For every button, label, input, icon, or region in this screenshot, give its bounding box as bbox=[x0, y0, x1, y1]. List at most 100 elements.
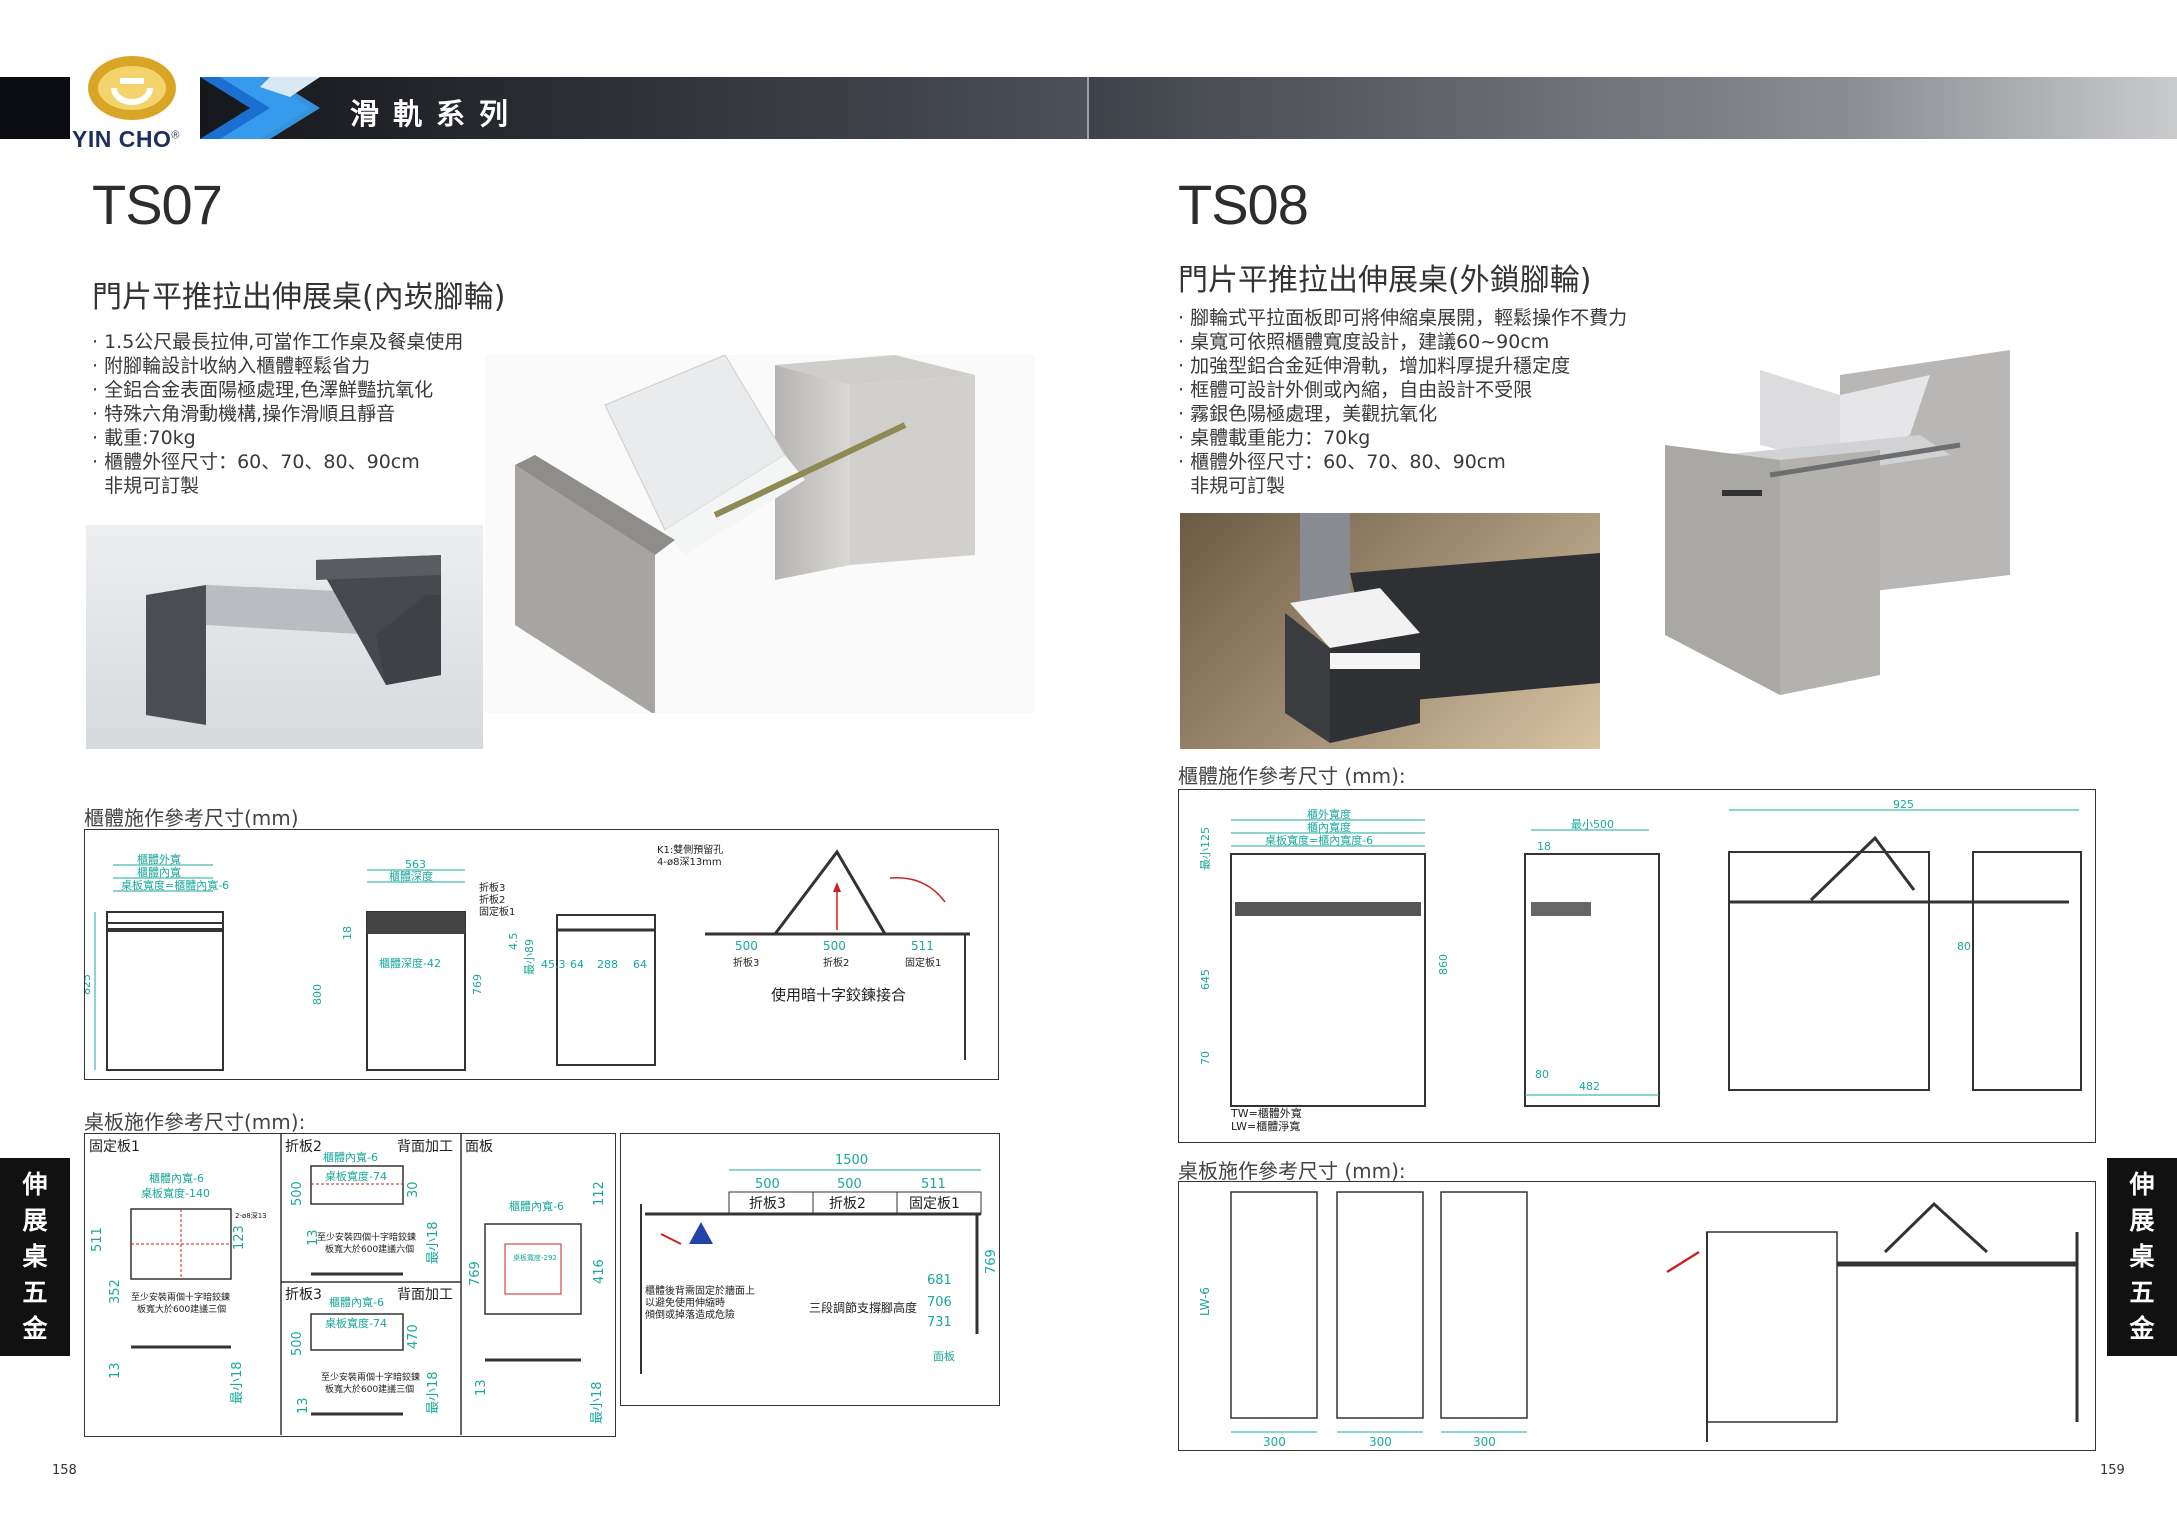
header-bar bbox=[200, 77, 1088, 139]
ts08-board-label: 桌板施作參考尺寸 (mm): bbox=[1178, 1159, 1406, 1183]
c1-drill: 2-ø8深13 bbox=[235, 1211, 267, 1220]
ts08-cabinet-diagram: 櫃外寬度 櫃內寬度 桌板寬度=櫃內寬度-6 最小125 645 70 860 最… bbox=[1178, 789, 2096, 1143]
dim-min89: 最小89 bbox=[523, 939, 536, 975]
c3-title: 折板3 bbox=[285, 1287, 322, 1303]
dim-18: 18 bbox=[341, 926, 354, 940]
c1-352: 352 bbox=[108, 1279, 123, 1304]
panel-label-1: 固定板1 bbox=[905, 956, 941, 969]
warn-2: 以避免使用伸縮時 bbox=[645, 1296, 725, 1309]
ts07-product-photo-1 bbox=[86, 525, 483, 749]
ts08-70: 70 bbox=[1199, 1051, 1212, 1065]
dim-288: 288 bbox=[597, 958, 618, 971]
cab-depth-minus: 櫃體深度-42 bbox=[379, 956, 441, 970]
tp3: 折板3 bbox=[749, 1196, 786, 1212]
list-item: · 載重:70kg bbox=[92, 427, 196, 449]
c4-title: 面板 bbox=[465, 1139, 493, 1155]
cab-board-width: 桌板寬度=櫃體內寬-6 bbox=[121, 878, 229, 892]
panel-note: 面板 bbox=[933, 1349, 955, 1363]
panel-label-2: 折板2 bbox=[823, 956, 849, 969]
c1-inner: 櫃體內寬-6 bbox=[149, 1171, 204, 1185]
h681: 681 bbox=[927, 1273, 952, 1288]
c2-back: 背面加工 bbox=[397, 1139, 453, 1155]
support-note: 三段調節支撐腳高度 bbox=[809, 1300, 917, 1315]
c2-inner: 櫃體內寬-6 bbox=[323, 1150, 378, 1164]
k1-note: K1:雙側預留孔 bbox=[657, 843, 723, 856]
header-bar-right bbox=[1089, 77, 2177, 139]
ts08-room-photo bbox=[1180, 513, 1600, 749]
h769: 769 bbox=[984, 1249, 998, 1274]
series-title: 滑軌系列 bbox=[350, 97, 523, 131]
dim-64a: 64 bbox=[570, 958, 584, 971]
c1-note-1: 至少安裝兩個十字暗鉸鍊 bbox=[131, 1291, 230, 1303]
c2-30: 30 bbox=[406, 1181, 421, 1198]
c1-511: 511 bbox=[90, 1227, 105, 1252]
c4-13: 13 bbox=[474, 1379, 489, 1396]
brand-name: YIN CHO® bbox=[72, 126, 180, 152]
c4-769: 769 bbox=[468, 1261, 483, 1286]
ts08-w3: 300 bbox=[1473, 1435, 1496, 1449]
ts08-80b: 80 bbox=[1957, 940, 1971, 953]
ts08-board-diagram: LW-6 300 300 300 bbox=[1178, 1181, 2096, 1451]
fold-label-2: 折板2 bbox=[479, 893, 505, 906]
list-item: 非規可訂製 bbox=[1178, 475, 1286, 497]
ts08-18: 18 bbox=[1537, 840, 1551, 853]
c4-board: 桌板寬度-292 bbox=[513, 1253, 557, 1262]
ts08-model: TS08 bbox=[1178, 173, 1309, 236]
dim-825: 825 bbox=[85, 974, 93, 995]
cab-outer-width: 櫃體外寬 bbox=[137, 852, 181, 866]
c3-board: 桌板寬度-74 bbox=[325, 1316, 387, 1330]
h731: 731 bbox=[927, 1315, 952, 1330]
list-item: · 櫃體外徑尺寸：60、70、80、90cm bbox=[1178, 451, 1506, 473]
span-500-b: 500 bbox=[823, 939, 846, 953]
ts08-860: 860 bbox=[1437, 954, 1450, 975]
list-item: · 櫃體外徑尺寸：60、70、80、90cm bbox=[92, 451, 420, 473]
list-item: · 霧銀色陽極處理，美觀抗氧化 bbox=[1178, 403, 1438, 425]
page-number-right: 159 bbox=[2100, 1463, 2125, 1478]
ts08-w2: 300 bbox=[1369, 1435, 1392, 1449]
c1-123: 123 bbox=[232, 1225, 247, 1250]
panel-label-3: 折板3 bbox=[733, 956, 759, 969]
c3-13: 13 bbox=[296, 1397, 311, 1414]
list-item: · 加強型鋁合金延伸滑軌，增加料厚提升穩定度 bbox=[1178, 355, 1571, 377]
t500-a: 500 bbox=[755, 1177, 780, 1192]
fold-label-1: 固定板1 bbox=[479, 905, 515, 918]
side-tab-left: 伸展桌五金 bbox=[0, 1158, 70, 1356]
ts07-extended-diagram: 1500 500 500 511 折板3 折板2 固定板1 櫃體後背需固定於牆面… bbox=[620, 1133, 1000, 1406]
ts08-lw: LW=櫃體淨寬 bbox=[1231, 1119, 1300, 1133]
c3-min18: 最小18 bbox=[426, 1371, 441, 1414]
c1-board: 桌板寬度-140 bbox=[141, 1186, 210, 1200]
dim-769: 769 bbox=[471, 974, 484, 995]
c3-note-1: 至少安裝兩個十字暗鉸鍊 bbox=[321, 1371, 420, 1383]
ts08-tw: TW=櫃體外寬 bbox=[1230, 1106, 1302, 1120]
ts08-subtitle: 門片平推拉出伸展桌(外鎖腳輪) bbox=[1178, 263, 1592, 298]
dim-45-3: 45.3 bbox=[541, 958, 566, 971]
span-500-a: 500 bbox=[735, 939, 758, 953]
ts08-inner: 櫃內寬度 bbox=[1307, 820, 1351, 834]
dim-64b: 64 bbox=[633, 958, 647, 971]
side-tab-right: 伸展桌五金 bbox=[2107, 1158, 2177, 1356]
tp2: 折板2 bbox=[829, 1196, 866, 1212]
ts08-min125: 最小125 bbox=[1199, 827, 1212, 870]
c4-min18: 最小18 bbox=[590, 1381, 605, 1424]
ts08-80: 80 bbox=[1535, 1068, 1549, 1081]
ts07-board-diagram: 固定板1 櫃體內寬-6 桌板寬度-140 2-ø8深13 511 123 352… bbox=[84, 1133, 616, 1437]
t511: 511 bbox=[921, 1177, 946, 1192]
c2-min18: 最小18 bbox=[426, 1221, 441, 1264]
hinge-note: 使用暗十字鉸鍊接合 bbox=[771, 986, 906, 1004]
list-item: · 全鋁合金表面陽極處理,色澤鮮豔抗氧化 bbox=[92, 379, 434, 401]
c4-112: 112 bbox=[592, 1181, 607, 1206]
ts08-board: 桌板寬度=櫃內寬度-6 bbox=[1265, 833, 1373, 847]
list-item: · 附腳輪設計收納入櫃體輕鬆省力 bbox=[92, 355, 371, 377]
ts07-feature-list: · 1.5公尺最長拉伸,可當作工作桌及餐桌使用 · 附腳輪設計收納入櫃體輕鬆省力… bbox=[92, 330, 463, 498]
c2-note-1: 至少安裝四個十字暗鉸鍊 bbox=[317, 1231, 416, 1243]
warn-3: 傾倒或掉落造成危險 bbox=[645, 1308, 735, 1321]
c3-back: 背面加工 bbox=[397, 1287, 453, 1303]
k1-note-2: 4-ø8深13mm bbox=[657, 856, 722, 868]
c4-416: 416 bbox=[592, 1259, 607, 1284]
c3-470: 470 bbox=[406, 1324, 421, 1349]
ts07-subtitle: 門片平推拉出伸展桌(內崁腳輪) bbox=[92, 280, 506, 315]
t500-b: 500 bbox=[837, 1177, 862, 1192]
ts08-cabinet-label: 櫃體施作參考尺寸 (mm): bbox=[1178, 764, 1406, 788]
c1-note-2: 板寬大於600建議三個 bbox=[137, 1303, 226, 1315]
ts08-925: 925 bbox=[1893, 798, 1914, 811]
